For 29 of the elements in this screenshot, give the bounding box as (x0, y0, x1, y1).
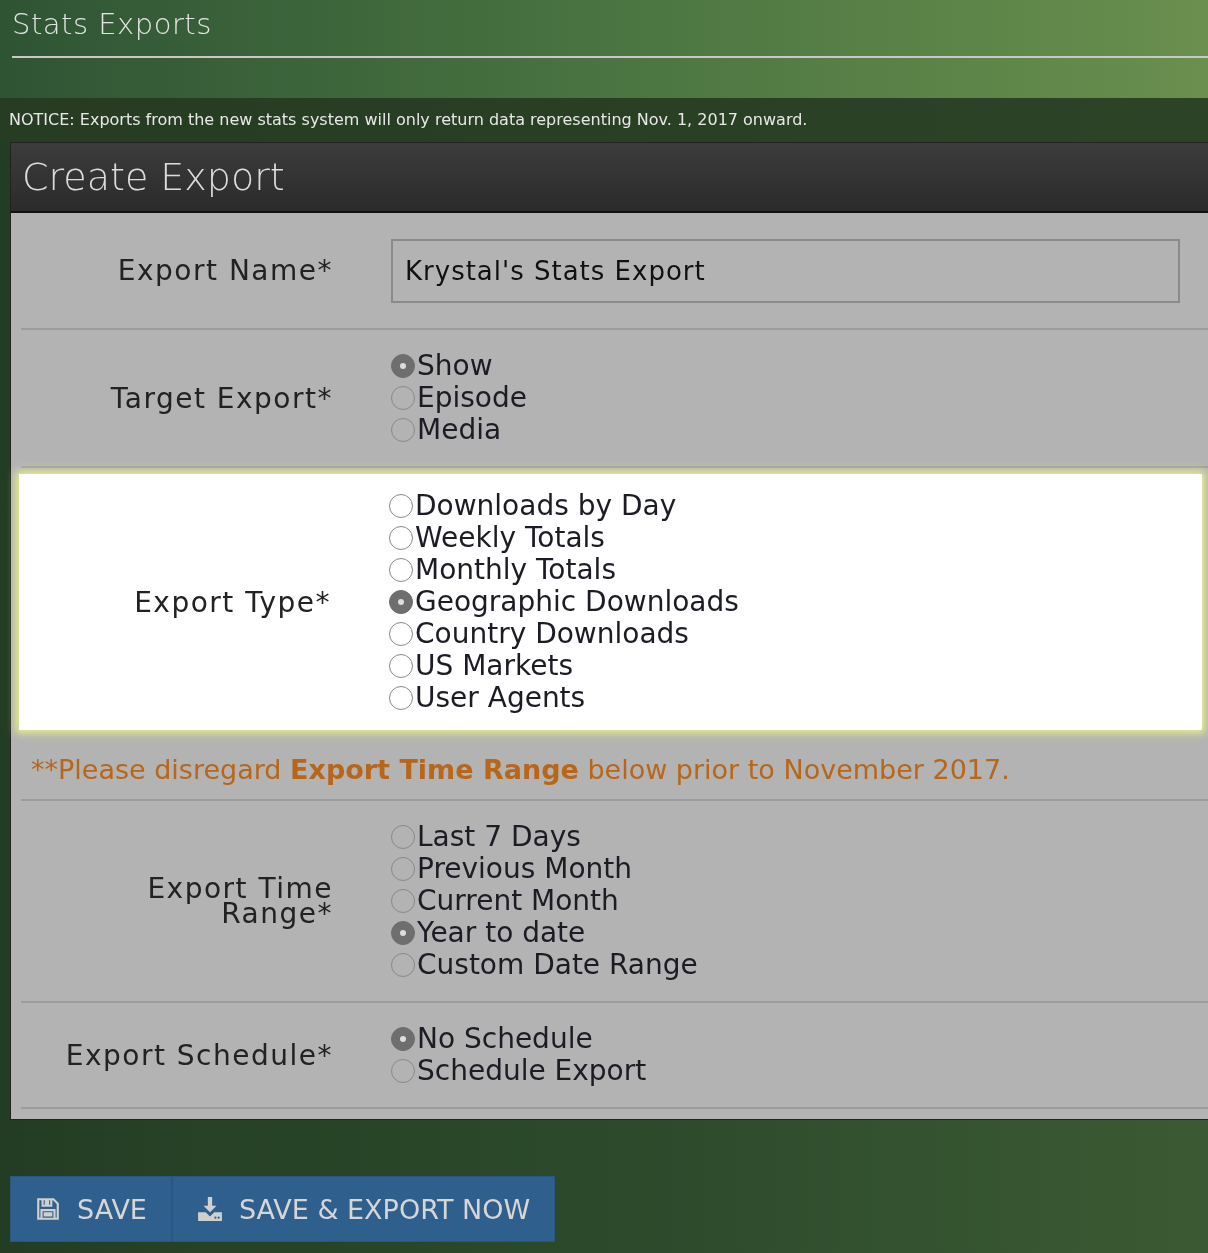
radio-button[interactable] (391, 921, 415, 945)
radio-option[interactable]: Country Downloads (389, 618, 1174, 650)
radio-option[interactable]: No Schedule (391, 1023, 1180, 1055)
radio-option[interactable]: Geographic Downloads (389, 586, 1174, 618)
radio-option[interactable]: Episode (391, 382, 1180, 414)
radio-option[interactable]: Downloads by Day (389, 490, 1174, 522)
radio-option[interactable]: Monthly Totals (389, 554, 1174, 586)
radio-option[interactable]: User Agents (389, 682, 1174, 714)
download-icon (196, 1196, 223, 1222)
radio-option[interactable]: Schedule Export (391, 1055, 1180, 1087)
radio-button[interactable] (391, 1027, 415, 1051)
radio-option[interactable]: Previous Month (391, 853, 1180, 885)
radio-option[interactable]: Current Month (391, 885, 1180, 917)
name-input[interactable]: Krystal's Stats Export (391, 238, 1180, 303)
radio-option[interactable]: Weekly Totals (389, 522, 1174, 554)
panel-title: Create Export (22, 155, 285, 199)
radio-option[interactable]: Year to date (391, 917, 1180, 949)
save-button[interactable]: SAVE (10, 1176, 172, 1242)
radio-button[interactable] (391, 354, 415, 378)
radio-button[interactable] (389, 590, 413, 614)
save-icon (35, 1196, 61, 1222)
radio-option[interactable]: Custom Date Range (391, 949, 1180, 981)
radio-option[interactable]: Media (391, 414, 1180, 446)
radio-option[interactable]: US Markets (389, 650, 1174, 682)
note-text: **Please disregard Export Time Range below prior to November 2017. (31, 754, 1010, 785)
radio-option[interactable]: Last 7 Days (391, 821, 1180, 853)
page-title: Stats Exports (12, 6, 213, 43)
save-export-button[interactable]: SAVE & EXPORT NOW (171, 1176, 556, 1242)
radio-option[interactable]: Show (391, 350, 1180, 382)
